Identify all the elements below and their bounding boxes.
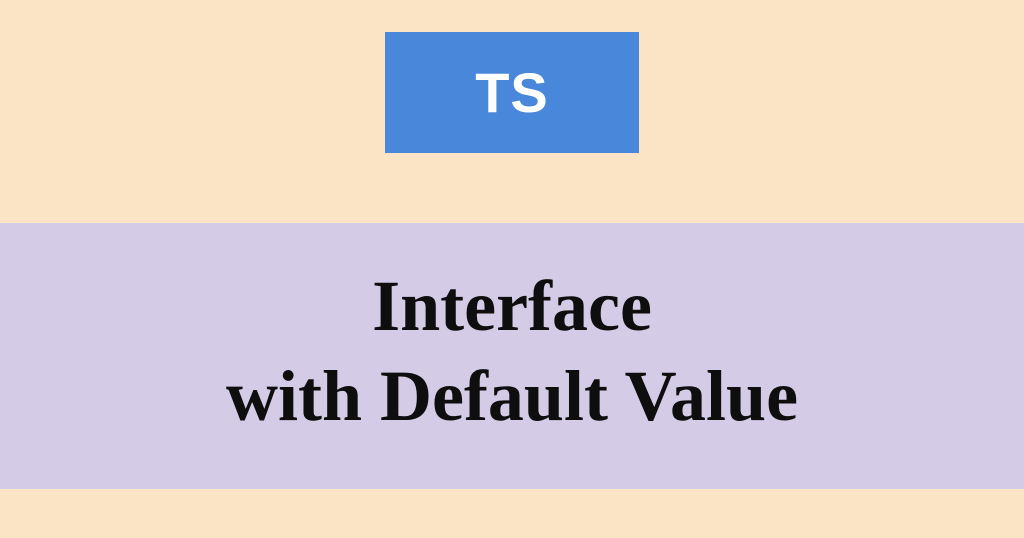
- ts-badge: TS: [385, 32, 639, 153]
- title-line-1: Interface: [372, 266, 652, 346]
- ts-badge-label: TS: [475, 61, 549, 124]
- title-band: Interface with Default Value: [0, 223, 1024, 489]
- title-text: Interface with Default Value: [20, 261, 1004, 441]
- title-line-2: with Default Value: [226, 356, 798, 436]
